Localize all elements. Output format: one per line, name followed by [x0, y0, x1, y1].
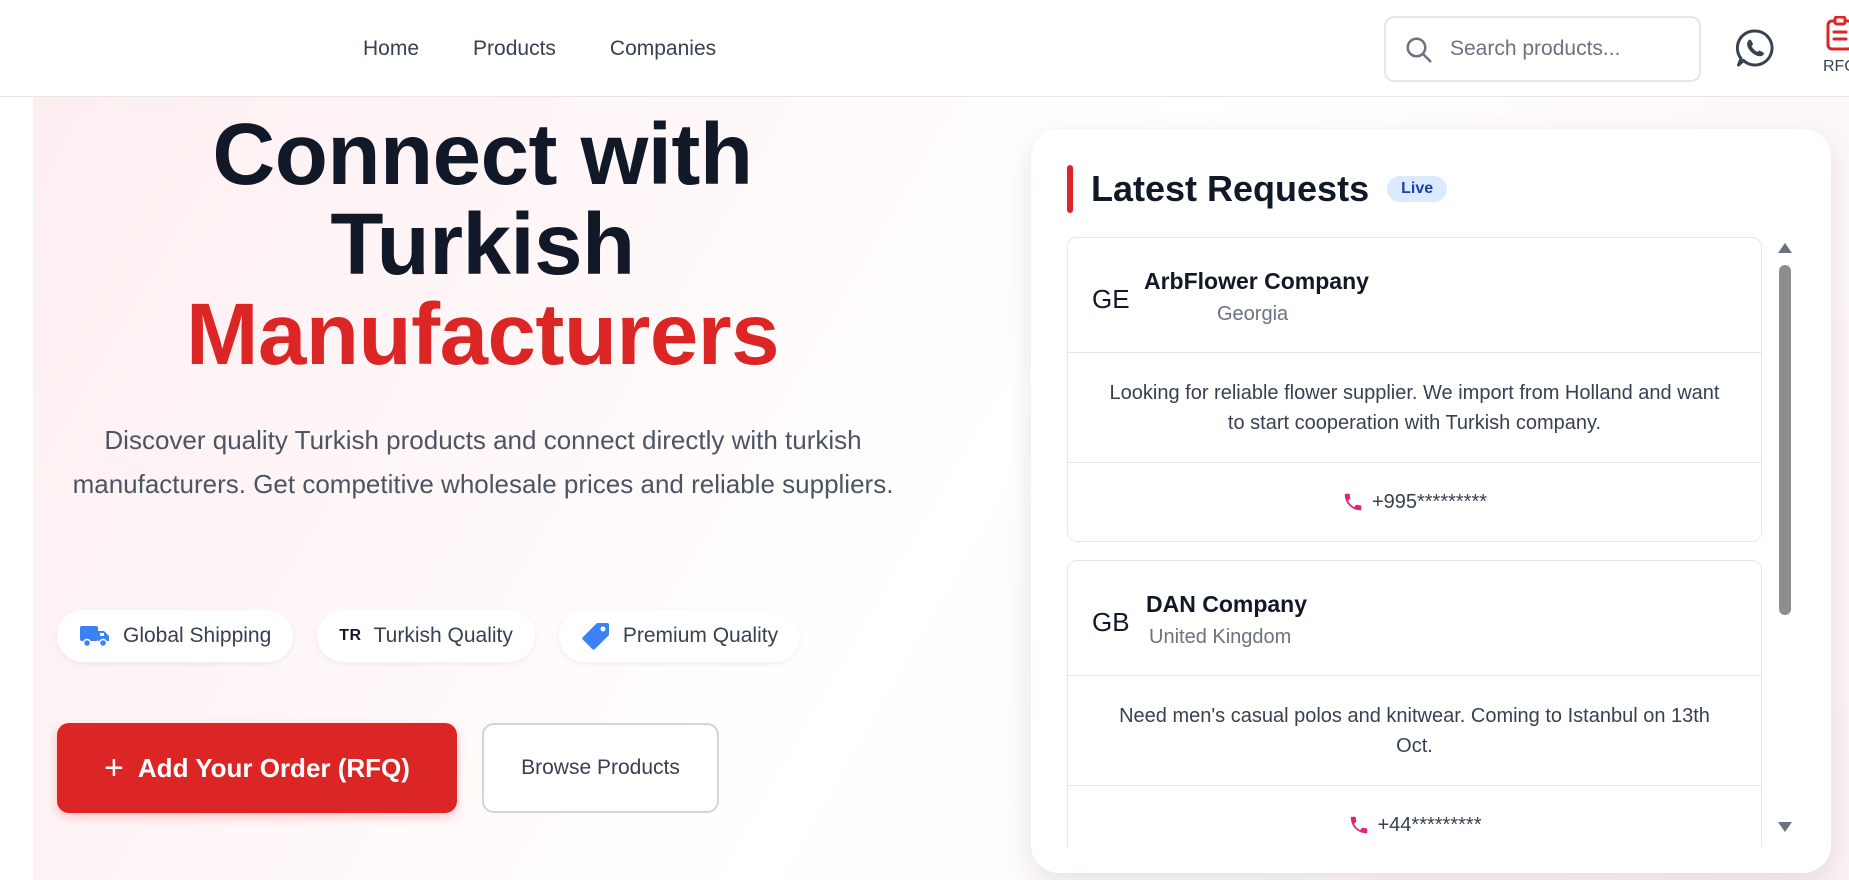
phone-icon	[1348, 814, 1370, 836]
company-country: Georgia	[1217, 303, 1289, 325]
hero-title: Connect with Turkish Manufacturers	[60, 110, 905, 380]
search-icon	[1406, 37, 1432, 63]
request-phone: +995*********	[1068, 463, 1761, 541]
badge-global-shipping: Global Shipping	[57, 610, 294, 662]
live-badge: Live	[1387, 176, 1448, 202]
request-message: Looking for reliable flower supplier. We…	[1068, 353, 1761, 463]
country-flag-code: GB	[1092, 607, 1130, 637]
turkey-flag-code: TR	[339, 627, 362, 644]
company-name: DAN Company	[1146, 591, 1308, 617]
scroll-down-arrow-icon[interactable]	[1778, 822, 1792, 832]
request-message: Need men's casual polos and knitwear. Co…	[1068, 676, 1761, 786]
request-phone: +44*********	[1068, 786, 1761, 847]
add-order-button[interactable]: + Add Your Order (RFQ)	[57, 723, 457, 813]
company-country: United Kingdom	[1149, 626, 1292, 648]
plus-icon: +	[104, 749, 124, 787]
nav-products[interactable]: Products	[473, 37, 556, 61]
phone-number: +44*********	[1377, 813, 1482, 836]
badge-turkish-quality: TR Turkish Quality	[317, 610, 535, 662]
hero-title-line2: Turkish	[330, 196, 635, 293]
add-order-label: Add Your Order (RFQ)	[137, 752, 410, 783]
badge-turkish-quality-label: Turkish Quality	[373, 624, 513, 647]
site-header: Home Products Companies RFQ	[0, 0, 1849, 97]
panel-accent-bar	[1067, 165, 1073, 213]
panel-title: Latest Requests	[1091, 168, 1370, 209]
whatsapp-icon	[1735, 29, 1774, 67]
latest-requests-panel: Latest Requests Live GE ArbFlower Compan…	[1031, 129, 1831, 873]
nav-home[interactable]: Home	[363, 37, 419, 61]
clipboard-icon	[1826, 16, 1849, 51]
hero-title-line1: Connect with	[212, 106, 753, 203]
scroll-up-arrow-icon[interactable]	[1778, 243, 1792, 253]
feature-badges: Global Shipping TR Turkish Quality Premi…	[57, 610, 824, 662]
request-card-header: GB DAN Company United Kingdom	[1068, 561, 1761, 676]
main-nav: Home Products Companies	[363, 0, 770, 97]
whatsapp-button[interactable]	[1735, 28, 1775, 68]
search-box	[1384, 16, 1701, 82]
badge-global-shipping-label: Global Shipping	[123, 624, 272, 647]
hero-left-gutter	[0, 97, 33, 880]
phone-icon	[1342, 491, 1364, 513]
hero-title-accent: Manufacturers	[186, 286, 779, 383]
badge-premium-quality: Premium Quality	[558, 610, 801, 662]
phone-number: +995*********	[1371, 490, 1488, 513]
search-input[interactable]	[1448, 36, 1688, 62]
country-flag-code: GE	[1092, 284, 1130, 314]
company-name: ArbFlower Company	[1144, 268, 1369, 294]
rfq-label: RFQ	[1823, 58, 1849, 75]
browse-products-button[interactable]: Browse Products	[482, 723, 719, 813]
tag-icon	[581, 621, 611, 651]
requests-list[interactable]: GE ArbFlower Company Georgia Looking for…	[1067, 237, 1762, 847]
rfq-button[interactable]: RFQ	[1818, 16, 1849, 82]
hero-description: Discover quality Turkish products and co…	[72, 425, 894, 499]
request-card: GE ArbFlower Company Georgia Looking for…	[1067, 237, 1762, 542]
nav-companies[interactable]: Companies	[610, 37, 716, 61]
scrollbar-thumb[interactable]	[1779, 265, 1791, 615]
request-card-header: GE ArbFlower Company Georgia	[1068, 238, 1761, 353]
panel-header: Latest Requests Live	[1067, 165, 1448, 213]
request-card: GB DAN Company United Kingdom Need men's…	[1067, 560, 1762, 847]
badge-premium-quality-label: Premium Quality	[622, 624, 779, 647]
truck-icon	[79, 623, 111, 649]
